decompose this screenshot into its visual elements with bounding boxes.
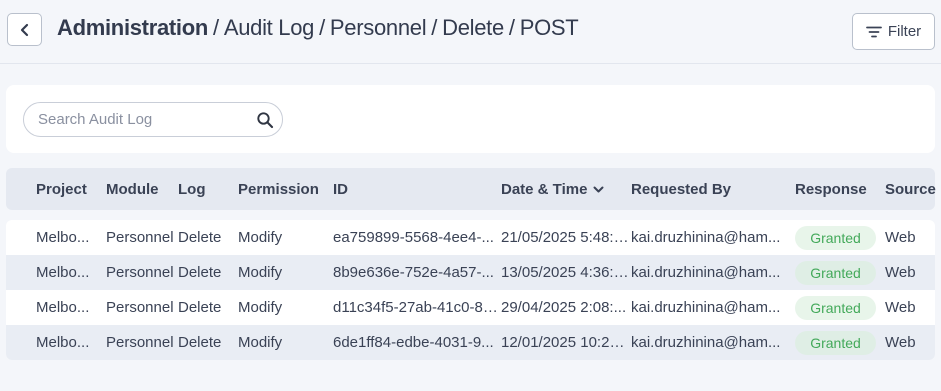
column-header-date-time-label: Date & Time — [501, 181, 588, 198]
breadcrumb-item-audit-log[interactable]: Audit Log — [224, 15, 315, 40]
table-header-row: Project Module Log Permission ID Date & … — [6, 168, 936, 210]
breadcrumb-separator: / — [431, 15, 438, 40]
cell-id: d11c34f5-27ab-41c0-80... — [333, 299, 499, 316]
page-header: Administration / Audit Log / Personnel / Delet… — [0, 0, 941, 64]
cell-permission: Modify — [238, 334, 283, 351]
cell-requested-by: kai.druzhinina@ham... — [631, 229, 781, 246]
breadcrumb-item-post: POST — [519, 15, 579, 40]
column-header-permission[interactable]: Permission — [238, 181, 319, 198]
cell-source: Web — [885, 264, 916, 281]
cell-permission: Modify — [238, 264, 283, 281]
cell-date-time: 21/05/2025 5:48:5... — [501, 229, 629, 246]
column-header-source[interactable]: Source — [885, 181, 936, 198]
back-button[interactable] — [7, 13, 42, 46]
cell-log: Delete — [178, 264, 222, 281]
cell-project: Melbo... — [36, 229, 90, 246]
cell-log: Delete — [178, 334, 222, 351]
breadcrumb-item-personnel[interactable]: Personnel — [330, 15, 427, 40]
column-header-date-time[interactable]: Date & Time — [501, 181, 604, 198]
status-badge: Granted — [795, 261, 876, 285]
cell-log: Delete — [178, 299, 222, 316]
cell-requested-by: kai.druzhinina@ham... — [631, 264, 781, 281]
filter-icon — [865, 26, 882, 37]
chevron-left-icon — [20, 23, 28, 36]
cell-log: Delete — [178, 229, 222, 246]
breadcrumb-separator: / — [508, 15, 515, 40]
column-header-requested-by[interactable]: Requested By — [631, 181, 731, 198]
cell-date-time: 29/04/2025 2:08:... — [501, 299, 627, 316]
column-header-id[interactable]: ID — [333, 181, 348, 198]
table-row[interactable]: Melbo... Personnel Delete Modify 6de1ff8… — [6, 325, 935, 360]
cell-source: Web — [885, 299, 916, 316]
breadcrumb-root[interactable]: Administration — [57, 15, 208, 40]
cell-id: 6de1ff84-edbe-4031-9... — [333, 334, 494, 351]
breadcrumb: Administration / Audit Log / Personnel / Delet… — [57, 15, 579, 41]
cell-project: Melbo... — [36, 264, 90, 281]
search-icon[interactable] — [256, 111, 274, 134]
status-badge: Granted — [795, 296, 876, 320]
table-row[interactable]: Melbo... Personnel Delete Modify d11c34f… — [6, 290, 935, 325]
filter-button-label: Filter — [887, 23, 922, 40]
table-body: Melbo... Personnel Delete Modify ea75989… — [6, 220, 935, 360]
search-input[interactable] — [38, 103, 248, 136]
cell-id: ea759899-5568-4ee4-... — [333, 229, 494, 246]
cell-project: Melbo... — [36, 299, 90, 316]
breadcrumb-separator: / — [319, 15, 325, 40]
column-header-module[interactable]: Module — [106, 181, 159, 198]
cell-permission: Modify — [238, 229, 283, 246]
cell-permission: Modify — [238, 299, 283, 316]
column-header-response[interactable]: Response — [795, 181, 867, 198]
cell-id: 8b9e636e-752e-4a57-... — [333, 264, 494, 281]
cell-requested-by: kai.druzhinina@ham... — [631, 334, 781, 351]
table-row[interactable]: Melbo... Personnel Delete Modify 8b9e636… — [6, 255, 935, 290]
cell-module: Personnel — [106, 229, 174, 246]
chevron-down-icon — [593, 186, 604, 193]
cell-source: Web — [885, 334, 916, 351]
breadcrumb-separator: / — [213, 15, 219, 40]
filter-button[interactable]: Filter — [852, 13, 935, 50]
search-panel — [6, 85, 935, 153]
column-header-project[interactable]: Project — [36, 181, 87, 198]
cell-source: Web — [885, 229, 916, 246]
column-header-log[interactable]: Log — [178, 181, 206, 198]
status-badge: Granted — [795, 331, 876, 355]
cell-date-time: 13/05/2025 4:36:1... — [501, 264, 629, 281]
cell-date-time: 12/01/2025 10:26:... — [501, 334, 629, 351]
search-box — [23, 102, 283, 137]
cell-project: Melbo... — [36, 334, 90, 351]
table-row[interactable]: Melbo... Personnel Delete Modify ea75989… — [6, 220, 935, 255]
cell-module: Personnel — [106, 264, 174, 281]
status-badge: Granted — [795, 226, 876, 250]
cell-module: Personnel — [106, 299, 174, 316]
cell-module: Personnel — [106, 334, 174, 351]
breadcrumb-item-delete[interactable]: Delete — [442, 15, 504, 40]
cell-requested-by: kai.druzhinina@ham... — [631, 299, 781, 316]
